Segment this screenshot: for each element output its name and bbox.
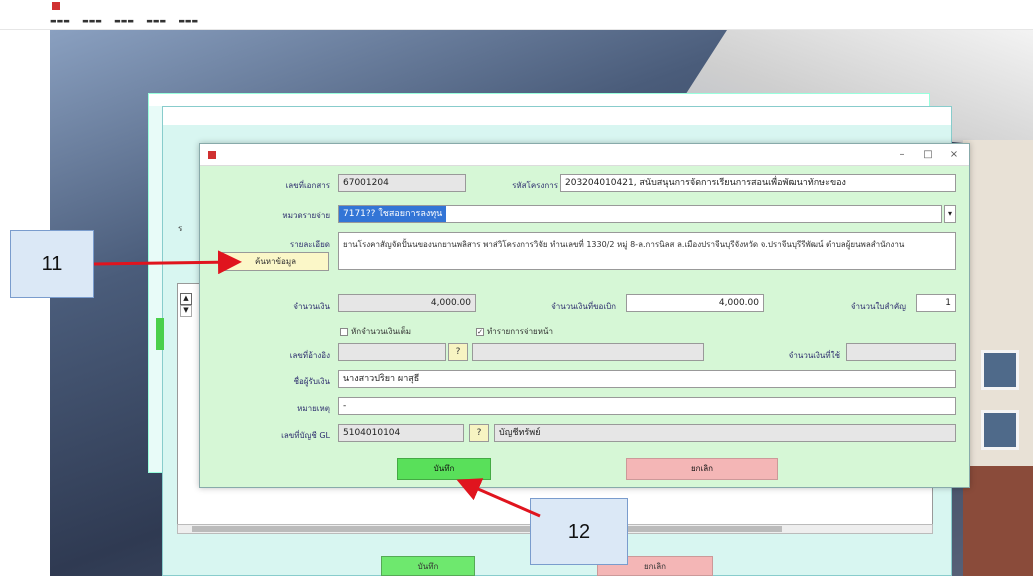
side-marker [156, 318, 164, 350]
gl-account-label: เลขที่บัญชี GL [281, 431, 330, 440]
app-menubar: ▬▬▬ ▬▬▬ ▬▬▬ ▬▬▬ ▬▬▬ [0, 12, 1033, 30]
menu-item[interactable]: ▬▬▬ [114, 17, 134, 25]
checkbox-box[interactable]: ✓ [476, 327, 484, 336]
grid-cell[interactable]: ▲ [180, 293, 192, 305]
reference-name-field[interactable] [472, 343, 704, 361]
reference-lookup-button[interactable]: ? [448, 343, 468, 361]
app-icon [208, 151, 216, 159]
memo-field[interactable]: ยานโรงคาสัญจัดปั้นนของนกยานพลิสาร พาส่วิ… [338, 232, 956, 270]
callout-11: 11 [10, 230, 94, 298]
document-no-field[interactable]: 67001204 [338, 174, 466, 192]
gl-lookup-button[interactable]: ? [469, 424, 489, 442]
side-label: ร [178, 224, 183, 233]
amount-requested-label: จำนวนเงินที่ขอเบิก [551, 302, 616, 311]
payee-label: ชื่อผู้รับเงิน [293, 377, 330, 386]
menu-item[interactable]: ▬▬▬ [178, 17, 198, 25]
menu-item[interactable]: ▬▬▬ [82, 17, 102, 25]
expense-item-dropdown[interactable]: 7171?? ใชสอยการลงทุน [338, 205, 942, 223]
gl-account-field[interactable]: 5104010104 [338, 424, 464, 442]
minimize-icon[interactable]: – [890, 147, 914, 163]
full-amount-checkbox-label: หักจำนวนเงินเต็ม [351, 327, 412, 336]
advance-payment-checkbox[interactable]: ✓ ทำรายการจ่ายหน้า [476, 325, 553, 338]
expense-item-dropdown-arrow-icon[interactable]: ▾ [944, 205, 956, 223]
grid-cell[interactable]: ▼ [180, 305, 192, 317]
menu-item[interactable]: ▬▬▬ [50, 17, 70, 25]
scrollbar-thumb[interactable] [192, 526, 782, 532]
building-brick-wall [963, 466, 1033, 576]
app-icon [52, 2, 60, 10]
reference-no-field[interactable] [338, 343, 446, 361]
amount-requested-field[interactable]: 4,000.00 [626, 294, 764, 312]
gl-account-name-field[interactable]: บัญชีทรัพย์ [494, 424, 956, 442]
note-label: หมายเหตุ [297, 404, 330, 413]
callout-12: 12 [530, 498, 628, 565]
background-window-2-titlebar [163, 107, 951, 125]
close-icon[interactable]: × [942, 147, 966, 163]
cancel-button[interactable]: ยกเลิก [626, 458, 778, 480]
receipt-count-label: จำนวนใบสำคัญ [850, 302, 906, 311]
amount-used-field[interactable] [846, 343, 956, 361]
expense-item-selected: 7171?? ใชสอยการลงทุน [339, 206, 447, 222]
amount-field[interactable]: 4,000.00 [338, 294, 476, 312]
building-window [981, 350, 1019, 390]
advance-payment-checkbox-label: ทำรายการจ่ายหน้า [487, 327, 553, 336]
reference-no-label: เลขที่อ้างอิง [289, 351, 330, 360]
payee-field[interactable]: นางสาวปริยา ผาสุธี [338, 370, 956, 388]
budget-code-label: รหัสโครงการ [512, 181, 558, 190]
checkbox-box[interactable] [340, 327, 348, 336]
search-select-button[interactable]: ค้นหาข้อมูล [222, 252, 329, 271]
full-amount-checkbox[interactable]: หักจำนวนเงินเต็ม [340, 325, 411, 338]
document-no-label: เลขที่เอกสาร [285, 181, 330, 190]
app-titlebar [0, 0, 1033, 12]
amount-label: จำนวนเงิน [293, 302, 330, 311]
budget-code-field[interactable]: 2032040104​21, สนับสนุนการจัดการเรียนการ… [560, 174, 956, 192]
background-save-button[interactable]: บันทึก [381, 556, 475, 576]
maximize-icon[interactable]: □ [916, 147, 940, 163]
save-button[interactable]: บันทึก [397, 458, 491, 480]
dialog-titlebar: – □ × [200, 144, 969, 166]
note-field[interactable]: - [338, 397, 956, 415]
expense-item-label: หมวดรายจ่าย [282, 211, 330, 220]
amount-used-label: จำนวนเงินที่ใช้ [788, 351, 840, 360]
receipt-count-field[interactable]: 1 [916, 294, 956, 312]
background-window-1-titlebar [149, 94, 929, 106]
memo-label: รายละเอียด [289, 240, 330, 249]
building-window [981, 410, 1019, 450]
menu-item[interactable]: ▬▬▬ [146, 17, 166, 25]
